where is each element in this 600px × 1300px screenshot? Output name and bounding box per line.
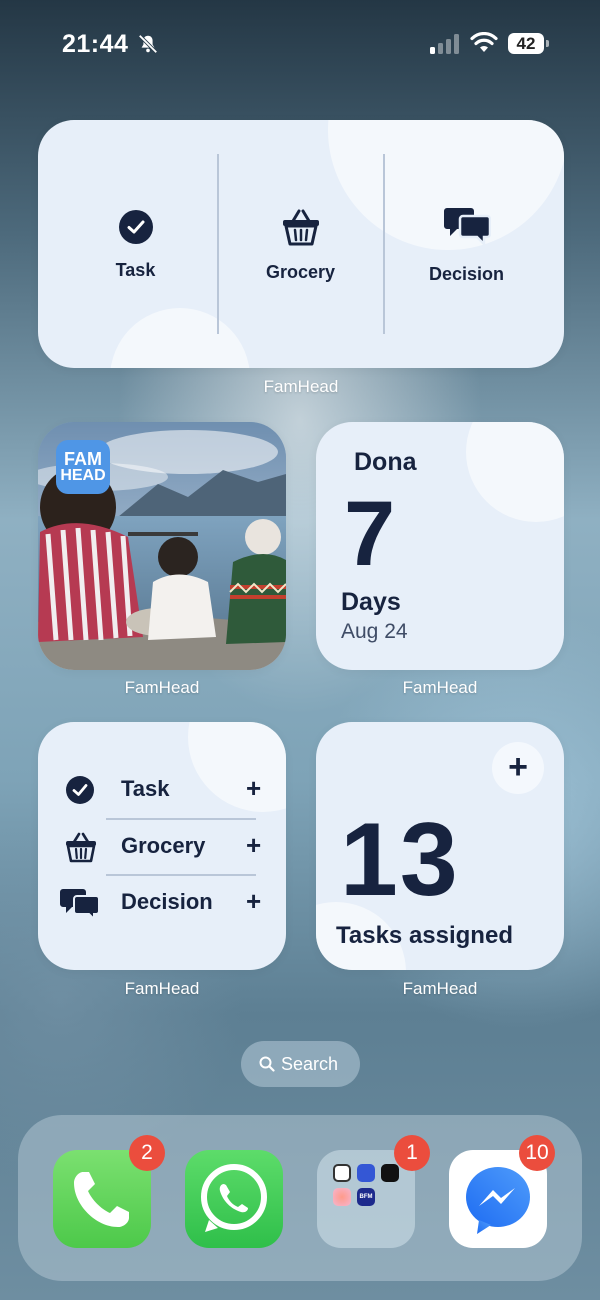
action-label: Grocery bbox=[265, 262, 336, 282]
check-circle-icon bbox=[118, 210, 153, 244]
bfm-mini-icon: BFM bbox=[357, 1188, 375, 1206]
bell-slash-icon bbox=[138, 34, 158, 54]
add-decision-button[interactable]: + bbox=[246, 887, 261, 915]
countdown-widget[interactable]: Dona 7 Days Aug 24 bbox=[316, 422, 564, 670]
add-task-button[interactable]: + bbox=[246, 774, 261, 802]
wifi-icon bbox=[470, 32, 498, 52]
action-decision[interactable]: Decision bbox=[379, 120, 554, 368]
list-item-decision[interactable]: Decision + bbox=[38, 875, 286, 931]
list-item-label: Decision bbox=[121, 889, 213, 914]
action-grocery[interactable]: Grocery bbox=[213, 120, 388, 368]
chat-bubbles-icon bbox=[443, 208, 491, 246]
chatgpt-mini-icon bbox=[333, 1164, 351, 1182]
battery-tip bbox=[546, 40, 549, 47]
widget-caption: FamHead bbox=[402, 678, 478, 697]
tiktok-mini-icon bbox=[381, 1164, 399, 1182]
countdown-unit: Days bbox=[341, 588, 401, 616]
add-grocery-button[interactable]: + bbox=[246, 831, 261, 859]
quick-actions-widget[interactable]: Task Grocery Decision bbox=[38, 120, 564, 368]
tasks-assigned-widget[interactable]: + 13 Tasks assigned bbox=[316, 722, 564, 970]
famhead-logo: FAM HEAD bbox=[56, 440, 110, 494]
action-task[interactable]: Task bbox=[48, 120, 223, 368]
search-label: Search bbox=[281, 1054, 339, 1074]
basket-icon bbox=[282, 209, 319, 246]
add-task-button[interactable]: + bbox=[492, 742, 544, 794]
whatsapp-app-icon[interactable] bbox=[185, 1150, 283, 1248]
cellular-signal-icon bbox=[430, 34, 459, 54]
widget-caption: FamHead bbox=[124, 678, 200, 697]
mini-app-icon bbox=[333, 1188, 351, 1206]
logo-text-line2: HEAD bbox=[60, 467, 106, 484]
photo-widget[interactable]: FAM HEAD bbox=[38, 422, 286, 670]
status-bar: 21:44 42 bbox=[0, 0, 600, 90]
countdown-name: Dona bbox=[354, 448, 417, 476]
chat-bubbles-icon bbox=[60, 889, 100, 919]
notification-badge: 2 bbox=[129, 1135, 165, 1171]
widget-caption: FamHead bbox=[263, 377, 339, 396]
list-item-grocery[interactable]: Grocery + bbox=[38, 819, 286, 875]
check-circle-icon bbox=[66, 776, 94, 804]
action-label: Task bbox=[115, 260, 156, 280]
widget-caption: FamHead bbox=[402, 979, 478, 998]
quick-add-list-widget[interactable]: Task + Grocery + Decision + bbox=[38, 722, 286, 970]
battery-indicator: 42 bbox=[508, 33, 544, 54]
action-label: Decision bbox=[428, 264, 505, 284]
decor-bubble bbox=[466, 422, 564, 522]
countdown-date: Aug 24 bbox=[341, 620, 408, 643]
tasks-label: Tasks assigned bbox=[336, 922, 513, 949]
list-item-label: Task bbox=[121, 776, 170, 801]
search-icon bbox=[259, 1056, 275, 1072]
countdown-number: 7 bbox=[344, 483, 396, 585]
list-item-task[interactable]: Task + bbox=[38, 762, 286, 818]
basket-icon bbox=[66, 832, 96, 863]
widget-caption: FamHead bbox=[124, 979, 200, 998]
logo-text-line1: FAM bbox=[64, 449, 102, 469]
search-pill[interactable]: Search bbox=[241, 1041, 360, 1087]
notification-badge: 1 bbox=[394, 1135, 430, 1171]
clock: 21:44 bbox=[62, 30, 129, 58]
tasks-count: 13 bbox=[340, 802, 460, 918]
notification-badge: 10 bbox=[519, 1135, 555, 1171]
list-item-label: Grocery bbox=[121, 833, 206, 858]
whatsapp-logo-icon bbox=[201, 1164, 267, 1232]
mini-app-icon bbox=[357, 1164, 375, 1182]
